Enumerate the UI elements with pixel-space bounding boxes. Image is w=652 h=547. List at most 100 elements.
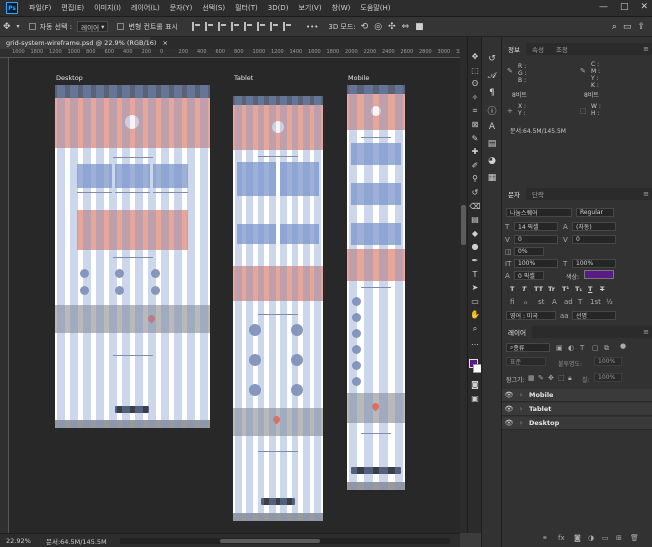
info-panel-icon[interactable]: ⓘ — [482, 102, 502, 118]
frame-tool-icon[interactable]: ⊠ — [468, 119, 482, 130]
crop-tool-icon[interactable]: ⌗ — [468, 105, 482, 116]
artboard-mobile[interactable] — [347, 85, 405, 490]
menu-edit[interactable]: 편집(E) — [56, 3, 89, 13]
artboard-label-tablet[interactable]: Tablet — [234, 74, 253, 82]
tab-properties[interactable]: 속성 — [526, 43, 550, 55]
menu-file[interactable]: 파일(F) — [24, 3, 56, 13]
small-caps-button[interactable]: Tr — [548, 285, 555, 293]
healing-brush-tool-icon[interactable]: ✚ — [468, 146, 482, 157]
tab-info[interactable]: 정보 — [502, 43, 526, 55]
filter-pixel-icon[interactable]: ▣ — [556, 344, 563, 352]
document-tab[interactable]: grid-system-wireframe.psd @ 22.9% (RGB/1… — [0, 37, 168, 49]
delete-layer-icon[interactable]: 🗑︎ — [630, 534, 639, 542]
lock-all-icon[interactable]: 🔒︎ — [568, 374, 572, 383]
swatches-icon[interactable]: ▦ — [482, 170, 502, 186]
faux-bold-button[interactable]: T — [510, 285, 514, 293]
hand-tool-icon[interactable]: ✋ — [468, 309, 482, 320]
layer-style-icon[interactable]: fx — [558, 534, 565, 542]
align-center-icon[interactable] — [204, 22, 214, 31]
opentype-fi-icon[interactable]: fi — [510, 298, 514, 306]
tab-adjustments[interactable]: 조정 — [550, 43, 574, 55]
minimize-button[interactable]: — — [599, 2, 608, 12]
zoom-level[interactable]: 22.92% — [0, 537, 42, 545]
opentype-st-icon[interactable]: st — [538, 298, 544, 306]
layer-row-mobile[interactable]: 👁︎ › Mobile — [502, 389, 652, 402]
artboard-label-desktop[interactable]: Desktop — [56, 74, 83, 82]
3d-rotate-icon[interactable]: ⟲ — [358, 22, 372, 32]
menu-help[interactable]: 도움말(H) — [355, 3, 395, 13]
tracking-field[interactable]: 0 — [572, 235, 616, 244]
opentype-o-icon[interactable]: ℴ — [524, 298, 527, 306]
maximize-button[interactable]: □ — [620, 2, 629, 12]
quick-mask-icon[interactable]: ◙ — [468, 379, 482, 390]
align-bottom-icon[interactable] — [256, 22, 266, 31]
magic-wand-tool-icon[interactable]: ✧ — [468, 92, 482, 103]
vertical-scale-field[interactable]: 100% — [514, 259, 558, 268]
glyphs-icon[interactable]: A — [482, 119, 502, 135]
adjustment-layer-icon[interactable]: ◑ — [588, 534, 594, 542]
antialias-select[interactable]: 선명 — [572, 311, 616, 320]
horizontal-scale-field[interactable]: 100% — [572, 259, 616, 268]
opentype-ad-icon[interactable]: ad — [564, 298, 573, 306]
artboard-desktop[interactable] — [55, 85, 210, 428]
menu-type[interactable]: 문자(Y) — [165, 3, 198, 13]
align-left-icon[interactable] — [191, 22, 201, 31]
horizontal-scrollbar[interactable] — [120, 538, 450, 544]
underline-button[interactable]: T — [588, 285, 592, 293]
opentype-t1-icon[interactable]: T — [578, 298, 582, 306]
3d-slide-icon[interactable]: ⇔ — [399, 22, 413, 32]
distribute-icon[interactable] — [269, 22, 279, 31]
gradient-tool-icon[interactable]: ▤ — [468, 214, 482, 225]
filter-type-icon[interactable]: T — [580, 344, 584, 352]
blur-tool-icon[interactable]: ◆ — [468, 228, 482, 239]
search-icon[interactable]: ⌕ — [609, 22, 620, 32]
chevron-down-icon[interactable]: ▾ — [14, 23, 23, 30]
close-window-button[interactable]: ✕ — [640, 2, 648, 12]
filter-toggle-icon[interactable]: ● — [620, 342, 626, 350]
tsume-field[interactable]: 0% — [514, 247, 544, 256]
filter-shape-icon[interactable]: ▢ — [592, 344, 599, 352]
leading-field[interactable]: (자동) — [572, 222, 616, 231]
eye-icon[interactable]: 👁︎ — [502, 419, 516, 427]
chevron-right-icon[interactable]: › — [516, 419, 526, 427]
distribute-horizontal-icon[interactable] — [282, 22, 292, 31]
all-caps-button[interactable]: TT — [534, 285, 543, 293]
font-size-field[interactable]: 14 픽셀 — [514, 222, 558, 231]
opentype-a-icon[interactable]: A — [552, 298, 557, 306]
menu-image[interactable]: 이미지(I) — [89, 3, 126, 13]
artboard-label-mobile[interactable]: Mobile — [348, 74, 369, 82]
lock-position-icon[interactable]: ✥ — [548, 374, 554, 382]
baseline-field[interactable]: 0 픽셀 — [514, 271, 544, 280]
more-tools-icon[interactable]: … — [468, 337, 482, 348]
3d-roll-icon[interactable]: ◎ — [371, 22, 385, 32]
menu-filter[interactable]: 필터(T) — [230, 3, 263, 13]
libraries-icon[interactable]: ▤ — [482, 136, 502, 152]
artboard-tool-icon[interactable]: ⬚ — [468, 65, 482, 76]
menu-3d[interactable]: 3D(D) — [263, 4, 294, 12]
menu-view[interactable]: 보기(V) — [293, 3, 326, 13]
transform-controls-checkbox[interactable] — [117, 23, 125, 30]
new-group-icon[interactable]: ▭ — [602, 534, 609, 542]
tab-layers[interactable]: 레이어 — [502, 326, 532, 338]
layer-row-tablet[interactable]: 👁︎ › Tablet — [502, 403, 652, 416]
faux-italic-button[interactable]: T — [522, 285, 526, 293]
canvas[interactable]: Desktop Tablet Mobile — [9, 58, 460, 533]
align-middle-icon[interactable] — [243, 22, 253, 31]
dodge-tool-icon[interactable]: ● — [468, 241, 482, 252]
lasso-tool-icon[interactable]: ʘ — [468, 78, 482, 89]
opentype-half-icon[interactable]: ½ — [606, 298, 613, 306]
auto-select-dropdown[interactable]: 레이어 ▾ — [77, 21, 109, 32]
opentype-1st-icon[interactable]: 1st — [590, 298, 601, 306]
artboard-tablet[interactable] — [233, 96, 323, 521]
tab-character[interactable]: 문자 — [502, 188, 526, 200]
filter-smart-icon[interactable]: ⧉ — [604, 344, 609, 353]
share-icon[interactable]: ⇪ — [634, 22, 648, 32]
menu-select[interactable]: 선택(S) — [197, 3, 230, 13]
paragraph-icon[interactable]: ¶ — [482, 85, 502, 101]
move-tool-icon[interactable]: ✥ — [468, 51, 482, 62]
rectangle-tool-icon[interactable]: ▭ — [468, 296, 482, 307]
lock-transparency-icon[interactable]: ▦ — [528, 374, 535, 382]
close-tab-icon[interactable]: × — [162, 39, 167, 47]
link-layers-icon[interactable]: ⚭ — [542, 534, 548, 542]
panel-menu-icon[interactable]: ≡ — [643, 45, 649, 53]
